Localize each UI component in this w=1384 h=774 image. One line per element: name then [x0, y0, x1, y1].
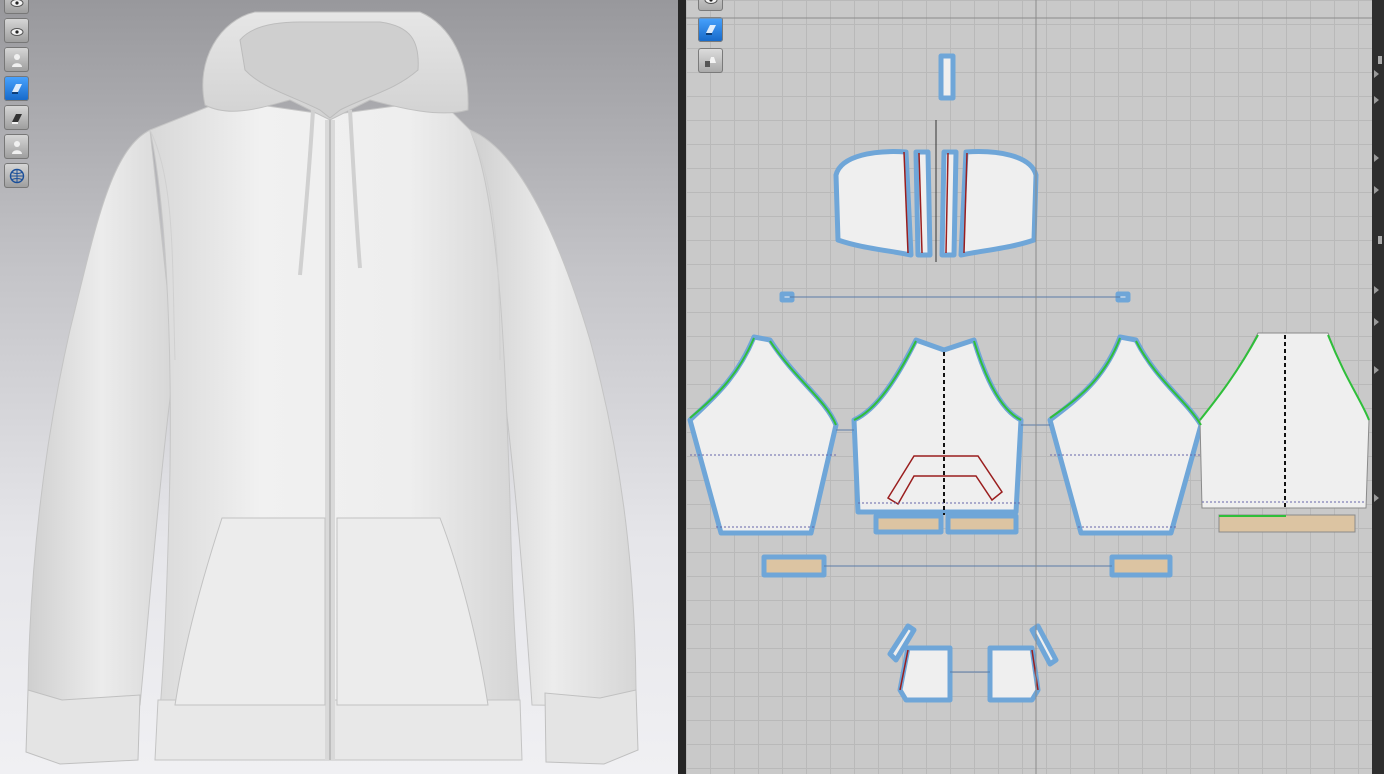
viewport-divider[interactable] — [678, 0, 686, 774]
3d-viewport[interactable] — [0, 0, 678, 774]
expand-arrow-icon[interactable] — [1374, 494, 1379, 502]
pattern-piece-cuff-right[interactable] — [1109, 554, 1173, 578]
pattern-piece-hood-right[interactable] — [958, 149, 1039, 258]
pattern-piece-sleeve-right[interactable] — [1047, 334, 1204, 536]
hoodie-3d-model[interactable] — [0, 0, 678, 774]
pattern-piece-hood-right-gusset[interactable] — [939, 149, 959, 258]
panel-marker — [1378, 236, 1382, 244]
pattern-piece-hood-left[interactable] — [833, 149, 914, 258]
panel-marker — [1378, 56, 1382, 64]
pattern-piece-hood-left-gusset[interactable] — [913, 149, 933, 258]
pattern-canvas[interactable] — [686, 0, 1372, 774]
pattern-piece-zipper-tab[interactable] — [938, 53, 956, 101]
right-cuff — [544, 689, 639, 765]
expand-arrow-icon[interactable] — [1374, 70, 1379, 78]
pattern-piece-front-body[interactable] — [851, 337, 1024, 515]
pattern-piece-hem-rib-back[interactable] — [1218, 514, 1356, 533]
left-cuff — [25, 689, 141, 765]
pattern-piece-pocket-right[interactable] — [987, 645, 1041, 703]
pattern-piece-hem-rib-front-left[interactable] — [873, 513, 944, 535]
pattern-piece-cuff-left[interactable] — [761, 554, 827, 578]
pattern-piece-hem-rib-front-right[interactable] — [945, 513, 1019, 535]
right-panel-edge[interactable] — [1372, 0, 1384, 774]
expand-arrow-icon[interactable] — [1374, 186, 1379, 194]
2d-pattern-viewport[interactable] — [686, 0, 1372, 774]
expand-arrow-icon[interactable] — [1374, 318, 1379, 326]
hem-band — [154, 699, 523, 761]
expand-arrow-icon[interactable] — [1374, 154, 1379, 162]
expand-arrow-icon[interactable] — [1374, 96, 1379, 104]
left-sleeve — [27, 129, 176, 709]
expand-arrow-icon[interactable] — [1374, 286, 1379, 294]
pattern-piece-sleeve-left[interactable] — [687, 334, 839, 536]
expand-arrow-icon[interactable] — [1374, 366, 1379, 374]
